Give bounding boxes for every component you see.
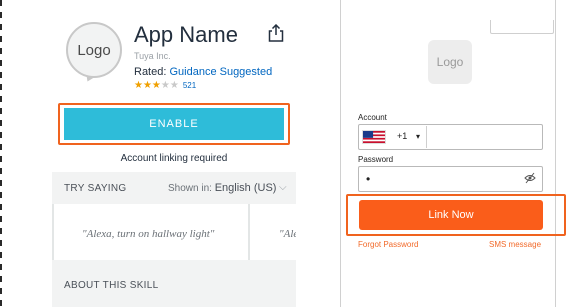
password-value: • bbox=[366, 172, 371, 186]
share-icon[interactable] bbox=[268, 24, 284, 42]
rated-prefix: Rated: bbox=[134, 66, 170, 78]
chevron-down-icon[interactable]: ⌵ bbox=[279, 182, 287, 193]
rating-guidance: Rated: Guidance Suggested bbox=[134, 66, 272, 78]
country-code[interactable]: +1 bbox=[397, 131, 407, 141]
link-now-button[interactable]: Link Now bbox=[359, 200, 543, 230]
skill-logo-text: Logo bbox=[77, 41, 111, 59]
forgot-password-link[interactable]: Forgot Password bbox=[358, 240, 418, 249]
carousel-divider bbox=[52, 204, 54, 260]
account-label: Account bbox=[358, 113, 387, 122]
password-label: Password bbox=[358, 155, 394, 164]
utterance-card[interactable]: "Alexa, turn on hallway light" bbox=[82, 228, 214, 240]
developer-name: Tuya Inc. bbox=[134, 51, 171, 61]
caret-down-icon[interactable]: ▾ bbox=[416, 132, 420, 141]
review-count: 521 bbox=[182, 81, 197, 90]
left-edge-border bbox=[0, 0, 2, 307]
enable-button[interactable]: ENABLE bbox=[64, 108, 284, 140]
login-logo: Logo bbox=[428, 40, 472, 84]
account-linking-note: Account linking required bbox=[120, 153, 228, 164]
skill-logo: Logo bbox=[66, 22, 122, 78]
star-rating[interactable]: ★★★★★ 521 bbox=[134, 80, 196, 91]
account-field-divider bbox=[426, 126, 427, 148]
about-label: ABOUT THIS SKILL bbox=[64, 280, 159, 291]
carousel-divider bbox=[248, 204, 250, 260]
password-input[interactable] bbox=[358, 166, 543, 192]
login-logo-text: Logo bbox=[436, 55, 464, 69]
try-saying-label: TRY SAYING bbox=[64, 183, 127, 194]
language-value: English (US) bbox=[214, 182, 277, 194]
empty-stars: ★★ bbox=[160, 80, 179, 91]
guidance-link[interactable]: Guidance Suggested bbox=[169, 66, 272, 78]
eye-hidden-icon[interactable] bbox=[524, 172, 536, 184]
shown-in-label: Shown in: bbox=[168, 183, 212, 194]
utterance-card[interactable]: "Ale bbox=[279, 228, 296, 240]
us-flag-icon[interactable] bbox=[362, 130, 386, 144]
language-selector[interactable]: Shown in: English (US) bbox=[168, 182, 276, 194]
filled-stars: ★★★ bbox=[134, 80, 161, 91]
sms-message-link[interactable]: SMS message bbox=[489, 240, 541, 249]
top-cut-field[interactable] bbox=[490, 20, 554, 34]
app-name: App Name bbox=[134, 22, 238, 47]
